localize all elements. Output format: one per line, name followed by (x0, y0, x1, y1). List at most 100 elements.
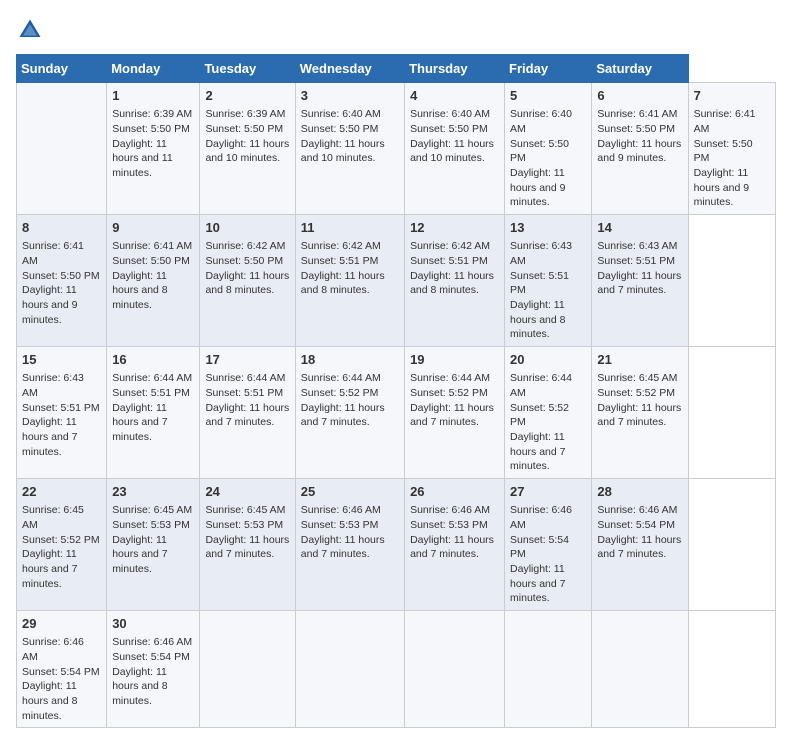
calendar-header-row: SundayMondayTuesdayWednesdayThursdayFrid… (17, 55, 776, 83)
calendar-cell: 24 Sunrise: 6:45 AMSunset: 5:53 PMDayligh… (200, 479, 295, 611)
day-info: Sunrise: 6:42 AMSunset: 5:51 PMDaylight:… (301, 239, 399, 298)
day-info: Sunrise: 6:45 AMSunset: 5:52 PMDaylight:… (22, 503, 101, 591)
day-info: Sunrise: 6:44 AMSunset: 5:52 PMDaylight:… (410, 371, 499, 430)
header-wednesday: Wednesday (295, 55, 404, 83)
day-info: Sunrise: 6:42 AMSunset: 5:50 PMDaylight:… (205, 239, 289, 298)
day-number: 30 (112, 615, 194, 633)
day-number: 16 (112, 351, 194, 369)
day-number: 18 (301, 351, 399, 369)
header-friday: Friday (505, 55, 592, 83)
calendar-cell: 18 Sunrise: 6:44 AMSunset: 5:52 PMDayligh… (295, 347, 404, 479)
calendar-cell (592, 611, 688, 728)
header-thursday: Thursday (405, 55, 505, 83)
day-number: 1 (112, 87, 194, 105)
day-info: Sunrise: 6:41 AMSunset: 5:50 PMDaylight:… (112, 239, 194, 312)
calendar-week-row: 29 Sunrise: 6:46 AMSunset: 5:54 PMDayligh… (17, 611, 776, 728)
logo-icon (16, 16, 44, 44)
day-number: 12 (410, 219, 499, 237)
calendar-cell: 21 Sunrise: 6:45 AMSunset: 5:52 PMDayligh… (592, 347, 688, 479)
calendar-cell: 3 Sunrise: 6:40 AMSunset: 5:50 PMDaylight… (295, 83, 404, 215)
day-number: 27 (510, 483, 586, 501)
day-number: 22 (22, 483, 101, 501)
logo (16, 16, 48, 44)
header-sunday: Sunday (17, 55, 107, 83)
day-number: 7 (694, 87, 770, 105)
calendar-cell: 15 Sunrise: 6:43 AMSunset: 5:51 PMDayligh… (17, 347, 107, 479)
day-info: Sunrise: 6:46 AMSunset: 5:54 PMDaylight:… (510, 503, 586, 606)
day-info: Sunrise: 6:45 AMSunset: 5:52 PMDaylight:… (597, 371, 682, 430)
calendar-cell: 8 Sunrise: 6:41 AMSunset: 5:50 PMDaylight… (17, 215, 107, 347)
day-info: Sunrise: 6:41 AMSunset: 5:50 PMDaylight:… (694, 107, 770, 210)
day-number: 5 (510, 87, 586, 105)
day-info: Sunrise: 6:44 AMSunset: 5:52 PMDaylight:… (301, 371, 399, 430)
day-number: 6 (597, 87, 682, 105)
calendar-week-row: 15 Sunrise: 6:43 AMSunset: 5:51 PMDayligh… (17, 347, 776, 479)
calendar-week-row: 22 Sunrise: 6:45 AMSunset: 5:52 PMDayligh… (17, 479, 776, 611)
calendar-cell: 11 Sunrise: 6:42 AMSunset: 5:51 PMDayligh… (295, 215, 404, 347)
day-info: Sunrise: 6:46 AMSunset: 5:54 PMDaylight:… (597, 503, 682, 562)
day-number: 25 (301, 483, 399, 501)
day-info: Sunrise: 6:44 AMSunset: 5:51 PMDaylight:… (205, 371, 289, 430)
calendar-cell (17, 83, 107, 215)
day-info: Sunrise: 6:42 AMSunset: 5:51 PMDaylight:… (410, 239, 499, 298)
day-info: Sunrise: 6:46 AMSunset: 5:53 PMDaylight:… (410, 503, 499, 562)
calendar-cell: 6Sunrise: 6:41 AMSunset: 5:50 PMDaylight… (592, 83, 688, 215)
day-info: Sunrise: 6:41 AMSunset: 5:50 PMDaylight:… (22, 239, 101, 327)
day-number: 15 (22, 351, 101, 369)
calendar-cell: 13 Sunrise: 6:43 AMSunset: 5:51 PMDayligh… (505, 215, 592, 347)
calendar-cell: 25 Sunrise: 6:46 AMSunset: 5:53 PMDayligh… (295, 479, 404, 611)
day-info: Sunrise: 6:40 AMSunset: 5:50 PMDaylight:… (510, 107, 586, 210)
day-number: 19 (410, 351, 499, 369)
calendar-cell: 16 Sunrise: 6:44 AMSunset: 5:51 PMDayligh… (107, 347, 200, 479)
day-number: 14 (597, 219, 682, 237)
calendar-cell: 14 Sunrise: 6:43 AMSunset: 5:51 PMDayligh… (592, 215, 688, 347)
calendar-cell: 7 Sunrise: 6:41 AMSunset: 5:50 PMDaylight… (688, 83, 775, 215)
calendar-cell: 5 Sunrise: 6:40 AMSunset: 5:50 PMDaylight… (505, 83, 592, 215)
day-info: Sunrise: 6:40 AMSunset: 5:50 PMDaylight:… (410, 107, 499, 166)
day-number: 10 (205, 219, 289, 237)
calendar-cell: 26Sunrise: 6:46 AMSunset: 5:53 PMDayligh… (405, 479, 505, 611)
day-number: 8 (22, 219, 101, 237)
calendar-cell: 29 Sunrise: 6:46 AMSunset: 5:54 PMDayligh… (17, 611, 107, 728)
day-number: 20 (510, 351, 586, 369)
day-info: Sunrise: 6:44 AMSunset: 5:52 PMDaylight:… (510, 371, 586, 474)
calendar-cell: 10 Sunrise: 6:42 AMSunset: 5:50 PMDayligh… (200, 215, 295, 347)
day-info: Sunrise: 6:39 AMSunset: 5:50 PMDaylight:… (205, 107, 289, 166)
calendar-cell (200, 611, 295, 728)
calendar-week-row: 8 Sunrise: 6:41 AMSunset: 5:50 PMDaylight… (17, 215, 776, 347)
calendar-cell: 12 Sunrise: 6:42 AMSunset: 5:51 PMDayligh… (405, 215, 505, 347)
day-number: 28 (597, 483, 682, 501)
header-monday: Monday (107, 55, 200, 83)
calendar-cell: 22 Sunrise: 6:45 AMSunset: 5:52 PMDayligh… (17, 479, 107, 611)
calendar-cell (295, 611, 404, 728)
calendar-week-row: 1 Sunrise: 6:39 AMSunset: 5:50 PMDaylight… (17, 83, 776, 215)
day-info: Sunrise: 6:45 AMSunset: 5:53 PMDaylight:… (112, 503, 194, 576)
day-info: Sunrise: 6:39 AMSunset: 5:50 PMDaylight:… (112, 107, 194, 180)
calendar-cell: 28 Sunrise: 6:46 AMSunset: 5:54 PMDayligh… (592, 479, 688, 611)
day-info: Sunrise: 6:45 AMSunset: 5:53 PMDaylight:… (205, 503, 289, 562)
day-info: Sunrise: 6:43 AMSunset: 5:51 PMDaylight:… (22, 371, 101, 459)
day-number: 11 (301, 219, 399, 237)
day-number: 29 (22, 615, 101, 633)
calendar-cell: 20 Sunrise: 6:44 AMSunset: 5:52 PMDayligh… (505, 347, 592, 479)
calendar-cell: 1 Sunrise: 6:39 AMSunset: 5:50 PMDaylight… (107, 83, 200, 215)
day-number: 9 (112, 219, 194, 237)
day-info: Sunrise: 6:46 AMSunset: 5:54 PMDaylight:… (22, 635, 101, 723)
day-info: Sunrise: 6:43 AMSunset: 5:51 PMDaylight:… (510, 239, 586, 342)
calendar-cell: 30Sunrise: 6:46 AMSunset: 5:54 PMDayligh… (107, 611, 200, 728)
day-info: Sunrise: 6:43 AMSunset: 5:51 PMDaylight:… (597, 239, 682, 298)
calendar-cell: 17 Sunrise: 6:44 AMSunset: 5:51 PMDayligh… (200, 347, 295, 479)
page-header (16, 16, 776, 44)
calendar-cell (505, 611, 592, 728)
day-number: 13 (510, 219, 586, 237)
calendar-cell (405, 611, 505, 728)
day-info: Sunrise: 6:40 AMSunset: 5:50 PMDaylight:… (301, 107, 399, 166)
day-number: 2 (205, 87, 289, 105)
day-number: 17 (205, 351, 289, 369)
day-number: 3 (301, 87, 399, 105)
day-number: 24 (205, 483, 289, 501)
day-info: Sunrise: 6:46 AMSunset: 5:53 PMDaylight:… (301, 503, 399, 562)
day-number: 21 (597, 351, 682, 369)
day-number: 23 (112, 483, 194, 501)
day-info: Sunrise: 6:44 AMSunset: 5:51 PMDaylight:… (112, 371, 194, 444)
